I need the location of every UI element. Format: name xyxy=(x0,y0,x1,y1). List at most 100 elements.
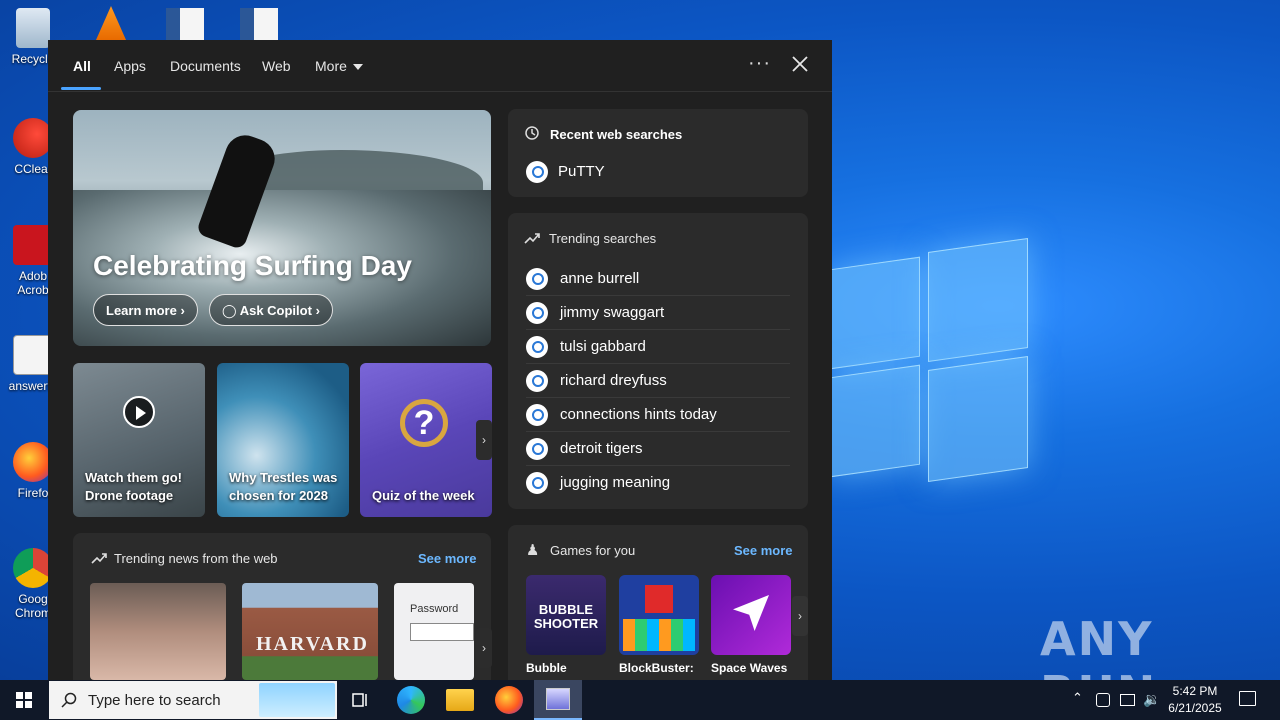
trending-search-item[interactable]: anne burrell xyxy=(526,262,790,296)
tab-documents[interactable]: Documents xyxy=(170,58,241,74)
file-explorer-icon[interactable] xyxy=(446,689,474,711)
trending-search-item[interactable]: richard dreyfuss xyxy=(526,364,790,398)
chevron-right-icon: › xyxy=(315,303,320,318)
show-hidden-icons[interactable]: ⌃ xyxy=(1072,690,1083,706)
recycle-bin-icon xyxy=(16,8,50,48)
trending-search-item[interactable]: tulsi gabbard xyxy=(526,330,790,364)
desktop-icon-label: CClear xyxy=(14,162,52,176)
clock-time: 5:42 PM xyxy=(1172,684,1218,698)
anyrun-watermark: ANY RUN xyxy=(1040,612,1155,680)
games-see-more-link[interactable]: See more xyxy=(734,543,793,558)
game-blockbuster[interactable] xyxy=(619,575,699,655)
recent-search-item[interactable]: PuTTY xyxy=(526,155,790,189)
games-next-arrow[interactable]: › xyxy=(792,596,808,636)
tab-web[interactable]: Web xyxy=(262,58,291,74)
vlc-icon[interactable] xyxy=(96,6,126,40)
trending-searches-card: Trending searches anne burrell jimmy swa… xyxy=(508,213,808,509)
rocket-icon xyxy=(733,595,769,631)
search-icon xyxy=(526,268,548,290)
hero-card[interactable]: Celebrating Surfing Day Learn more › ◯ A… xyxy=(73,110,491,346)
tile-quiz[interactable]: ? Quiz of the week xyxy=(360,363,492,517)
news-see-more-link[interactable]: See more xyxy=(418,551,477,566)
trending-search-text: anne burrell xyxy=(560,270,640,287)
chevron-right-icon: › xyxy=(180,303,185,318)
firefox-icon[interactable] xyxy=(495,686,523,714)
tile-caption: Quiz of the week xyxy=(372,488,475,503)
game-title: BlockBuster: xyxy=(619,661,694,675)
learn-more-button[interactable]: Learn more › xyxy=(93,294,198,326)
adobe-acrobat-icon xyxy=(13,225,53,265)
trending-search-text: detroit tigers xyxy=(560,440,643,457)
search-icon xyxy=(526,336,548,358)
windows-start-icon[interactable] xyxy=(0,680,48,720)
task-view-icon[interactable] xyxy=(346,686,374,714)
trending-news-heading: Trending news from the web xyxy=(114,551,278,566)
meet-now-icon[interactable] xyxy=(1096,693,1110,707)
game-title: Space Waves xyxy=(711,661,788,675)
document-image-icon xyxy=(13,335,53,375)
taskbar-clock[interactable]: 5:42 PM 6/21/2025 xyxy=(1160,683,1230,717)
tile-trestles[interactable]: Why Trestles was chosen for 2028 xyxy=(217,363,349,517)
blocks-art xyxy=(623,619,695,651)
play-icon xyxy=(123,396,155,428)
trending-search-item[interactable]: jugging meaning xyxy=(526,466,790,500)
games-heading: Games for you xyxy=(550,543,636,558)
tab-more[interactable]: More xyxy=(315,58,363,74)
tile-caption: Watch them go! Drone footage xyxy=(85,470,183,503)
active-app-button[interactable] xyxy=(534,680,582,720)
windows-logo-wallpaper xyxy=(830,235,1030,485)
search-icon xyxy=(526,404,548,426)
ask-copilot-label: Ask Copilot xyxy=(239,303,312,318)
search-tabs: All Apps Documents Web More ··· xyxy=(48,40,832,92)
search-icon xyxy=(526,438,548,460)
trending-search-text: connections hints today xyxy=(560,406,717,423)
game-bubble-shooter[interactable]: BUBBLE SHOOTER xyxy=(526,575,606,655)
putty-icon xyxy=(546,688,570,710)
word-document-icon[interactable] xyxy=(240,8,278,40)
tab-apps[interactable]: Apps xyxy=(114,58,146,74)
game-space-waves[interactable] xyxy=(711,575,791,655)
network-icon[interactable] xyxy=(1120,694,1135,706)
notification-icon[interactable] xyxy=(1239,691,1256,706)
tile-caption: Why Trestles was chosen for 2028 xyxy=(229,470,338,503)
trending-search-item[interactable]: jimmy swaggart xyxy=(526,296,790,330)
learn-more-label: Learn more xyxy=(106,303,177,318)
search-icon xyxy=(526,302,548,324)
search-highlight-image xyxy=(259,683,335,717)
edge-icon[interactable] xyxy=(397,686,425,714)
hero-title: Celebrating Surfing Day xyxy=(93,250,412,281)
trending-search-text: richard dreyfuss xyxy=(560,372,667,389)
news-image-harvard[interactable]: HARVARD xyxy=(242,583,378,680)
tiles-next-arrow[interactable]: › xyxy=(476,420,492,460)
news-image-password[interactable]: Password xyxy=(394,583,474,680)
close-icon[interactable] xyxy=(788,52,812,76)
question-mark-icon: ? xyxy=(400,399,448,447)
tab-all[interactable]: All xyxy=(73,58,91,74)
trending-search-text: tulsi gabbard xyxy=(560,338,646,355)
chevron-down-icon xyxy=(352,64,363,71)
taskbar-search-input[interactable]: Type here to search xyxy=(49,681,337,719)
desktop-icon-label: Firefo xyxy=(17,486,49,500)
taskbar: Type here to search ⌃ 🔉 5:42 PM 6/21/202… xyxy=(0,680,1280,720)
trending-searches-heading: Trending searches xyxy=(549,231,657,246)
trending-icon xyxy=(91,553,107,564)
trending-search-item[interactable]: detroit tigers xyxy=(526,432,790,466)
news-next-arrow[interactable]: › xyxy=(476,628,492,668)
active-tab-indicator xyxy=(61,87,101,90)
clock-date: 6/21/2025 xyxy=(1168,701,1222,715)
recent-searches-heading: Recent web searches xyxy=(550,127,683,142)
search-icon xyxy=(61,692,77,708)
ccleaner-icon xyxy=(13,118,53,158)
search-panel: All Apps Documents Web More ··· Celebrat… xyxy=(48,40,832,680)
news-image-person[interactable] xyxy=(90,583,226,680)
harvard-text: HARVARD xyxy=(256,633,369,655)
recent-searches-card: Recent web searches PuTTY xyxy=(508,109,808,197)
tile-drone-footage[interactable]: Watch them go! Drone footage xyxy=(73,363,205,517)
trending-icon xyxy=(524,233,540,244)
trending-search-item[interactable]: connections hints today xyxy=(526,398,790,432)
word-document-icon[interactable] xyxy=(166,8,204,40)
ask-copilot-button[interactable]: ◯ Ask Copilot › xyxy=(209,294,333,326)
tab-more-label: More xyxy=(315,58,347,74)
volume-icon[interactable]: 🔉 xyxy=(1143,691,1160,708)
more-options-button[interactable]: ··· xyxy=(748,52,771,75)
